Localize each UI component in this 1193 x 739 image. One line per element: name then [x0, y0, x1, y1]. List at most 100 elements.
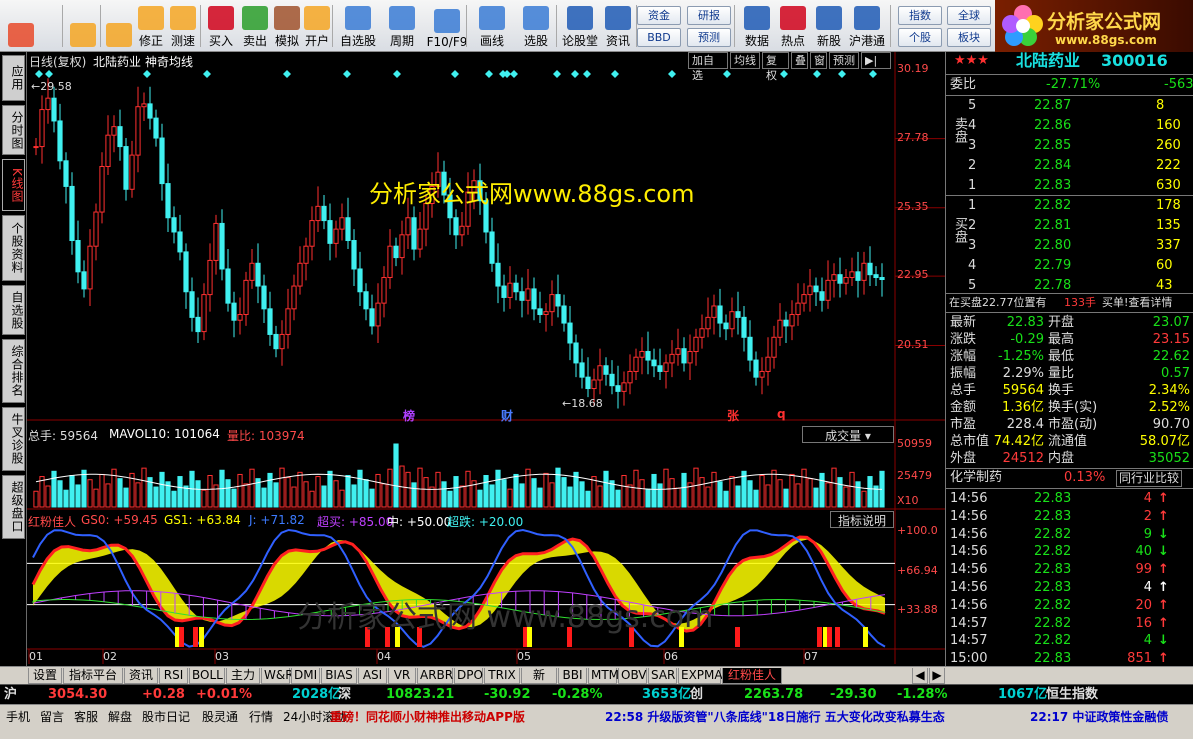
indicator-tab-19[interactable]: EXPMA	[678, 668, 723, 684]
forecast-button[interactable]: 预测	[687, 28, 731, 47]
status-item-4[interactable]: 股市日记	[142, 708, 190, 725]
toolbar-button-6[interactable]: 卖出	[240, 3, 270, 49]
indicator-tab-6[interactable]: W&R	[261, 668, 294, 684]
status-item-5[interactable]: 股灵通	[202, 708, 238, 725]
chart-button-0[interactable]: 加自选	[688, 52, 728, 82]
indicator-tab-1[interactable]: 指标平台	[63, 668, 123, 684]
indicator-tab-5[interactable]: 主力	[226, 668, 260, 684]
indicator-tab-3[interactable]: RSI	[159, 668, 188, 684]
chart-button-5[interactable]: 预测	[829, 52, 859, 69]
sell-price[interactable]: 22.87	[1034, 97, 1071, 115]
toolbar-button-19[interactable]: 沪港通	[846, 3, 888, 49]
side-tab-diagnose[interactable]: 牛叉诊股	[2, 407, 25, 471]
fund-button[interactable]: 资金	[637, 6, 681, 25]
event-mark-0[interactable]: 榜	[403, 407, 415, 424]
indicator-tab-4[interactable]: BOLL	[189, 668, 225, 684]
toolbar-button-1[interactable]	[66, 3, 100, 49]
research-button[interactable]: 研报	[687, 6, 731, 25]
news-ticker-2[interactable]: 22:58 升级版资管"八条底线"18日施行 五大变化改变私募生态	[605, 708, 1025, 724]
indicator-tab-9[interactable]: ASI	[358, 668, 387, 684]
toolbar-button-17[interactable]: 热点	[778, 3, 808, 49]
side-tab-profile[interactable]: 个股资料	[2, 215, 25, 281]
toolbar-button-16[interactable]: 数据	[742, 3, 772, 49]
volume-bar	[801, 468, 807, 508]
toolbar-button-0[interactable]	[4, 3, 38, 49]
buy-price[interactable]: 22.81	[1034, 217, 1071, 235]
indicator-tab-11[interactable]: ARBR	[417, 668, 453, 684]
order-note-link[interactable]: 买单!查看详情	[1102, 294, 1172, 312]
event-mark-1[interactable]: 财	[501, 407, 513, 424]
toolbar-button-10[interactable]: 周期	[384, 3, 420, 49]
indicator-tab-0[interactable]: 设置	[28, 668, 62, 684]
toolbar-button-4[interactable]: 测速	[168, 3, 198, 49]
sector-compare-button[interactable]: 同行业比较	[1116, 470, 1183, 487]
event-mark-3[interactable]: q	[777, 407, 786, 421]
sell-price[interactable]: 22.84	[1034, 157, 1071, 175]
side-tab-watchlist[interactable]: 自选股	[2, 285, 25, 335]
toolbar-button-9[interactable]: 自选股	[338, 3, 378, 49]
indicator-tab-16[interactable]: MTM	[588, 668, 619, 684]
buy-price[interactable]: 22.82	[1034, 197, 1071, 215]
status-item-3[interactable]: 解盘	[108, 708, 132, 725]
sell-price[interactable]: 22.85	[1034, 137, 1071, 155]
tab-scroll-right[interactable]: ▶	[929, 668, 945, 684]
side-tab-kline[interactable]: K线图	[2, 159, 25, 211]
indicator-tab-13[interactable]: TRIX	[484, 668, 520, 684]
volume-dropdown[interactable]: 成交量 ▾	[802, 426, 894, 443]
indicator-tab-17[interactable]: OBV	[618, 668, 647, 684]
indicator-tab-14[interactable]: 新DMA	[521, 668, 557, 697]
index-button[interactable]: 指数	[898, 6, 942, 25]
toolbar-button-15[interactable]: 资讯	[604, 3, 632, 49]
indicator-tab-18[interactable]: SAR	[648, 668, 677, 684]
kline-chart-area[interactable]: 日线(复权) 北陆药业 神奇均线 分析家公式网www.88gs.com 分析家公…	[27, 52, 945, 664]
status-item-0[interactable]: 手机	[6, 708, 30, 725]
candle-body	[519, 291, 525, 301]
buy-price[interactable]: 22.80	[1034, 237, 1071, 255]
toolbar-button-8[interactable]: 开户	[302, 3, 332, 49]
indicator-tab-15[interactable]: BBI	[558, 668, 587, 684]
toolbar-button-5[interactable]: 买入	[206, 3, 236, 49]
toolbar-button-18[interactable]: 新股	[814, 3, 844, 49]
sector-button[interactable]: 板块	[947, 28, 991, 47]
sz-percent: -0.28%	[552, 687, 603, 702]
indicator-tab-2[interactable]: 资讯	[124, 668, 158, 684]
indicator-tab-12[interactable]: DPO	[454, 668, 483, 684]
event-mark-2[interactable]: 张	[727, 407, 739, 424]
toolbar-button-3[interactable]: 修正	[136, 3, 166, 49]
status-item-6[interactable]: 行情	[249, 708, 273, 725]
indicator-tab-7[interactable]: DMI	[291, 668, 320, 684]
bbd-button[interactable]: BBD	[637, 28, 681, 47]
stock-button[interactable]: 个股	[898, 28, 942, 47]
chart-nav-button[interactable]: ▶|	[861, 52, 891, 69]
global-button[interactable]: 全球	[947, 6, 991, 25]
sell-price[interactable]: 22.86	[1034, 117, 1071, 135]
toolbar-button-2[interactable]	[106, 3, 132, 49]
side-tab-intraday[interactable]: 分时图	[2, 105, 25, 155]
indicator-help-button[interactable]: 指标说明	[830, 511, 894, 528]
news-ticker-3[interactable]: 22:17 中证政策性金融债	[1030, 708, 1190, 724]
status-item-2[interactable]: 客服	[74, 708, 98, 725]
toolbar-button-12[interactable]: 画线	[472, 3, 512, 49]
toolbar-button-14[interactable]: 论股堂	[560, 3, 600, 49]
toolbar-button-11[interactable]: F10/F9	[424, 3, 470, 49]
indicator-tab-10[interactable]: VR	[388, 668, 416, 684]
chart-button-2[interactable]: 复权	[762, 52, 789, 82]
news-ticker-1[interactable]: 重磅！同花顺小财神推出移动APP版	[330, 708, 600, 724]
chart-button-3[interactable]: 叠	[791, 52, 808, 69]
indicator-tab-20[interactable]: 红粉佳人	[722, 668, 782, 684]
status-item-1[interactable]: 留言	[40, 708, 64, 725]
side-tab-ranking[interactable]: 综合排名	[2, 339, 25, 403]
toolbar-button-13[interactable]: 选股	[516, 3, 556, 49]
side-tab-level2[interactable]: 超级盘口	[2, 475, 25, 539]
side-tab-apps[interactable]: 应用	[2, 55, 25, 101]
toolbar-button-7[interactable]: 模拟	[272, 3, 302, 49]
sector-name[interactable]: 化学制药	[950, 469, 1002, 487]
volume-bar	[183, 485, 189, 508]
indicator-tab-8[interactable]: BIAS	[321, 668, 357, 684]
tab-scroll-left[interactable]: ◀	[912, 668, 928, 684]
buy-price[interactable]: 22.79	[1034, 257, 1071, 275]
chart-button-4[interactable]: 窗	[810, 52, 827, 69]
candle-body	[165, 183, 171, 219]
chart-button-1[interactable]: 均线	[730, 52, 760, 69]
sell-price[interactable]: 22.83	[1034, 177, 1071, 195]
